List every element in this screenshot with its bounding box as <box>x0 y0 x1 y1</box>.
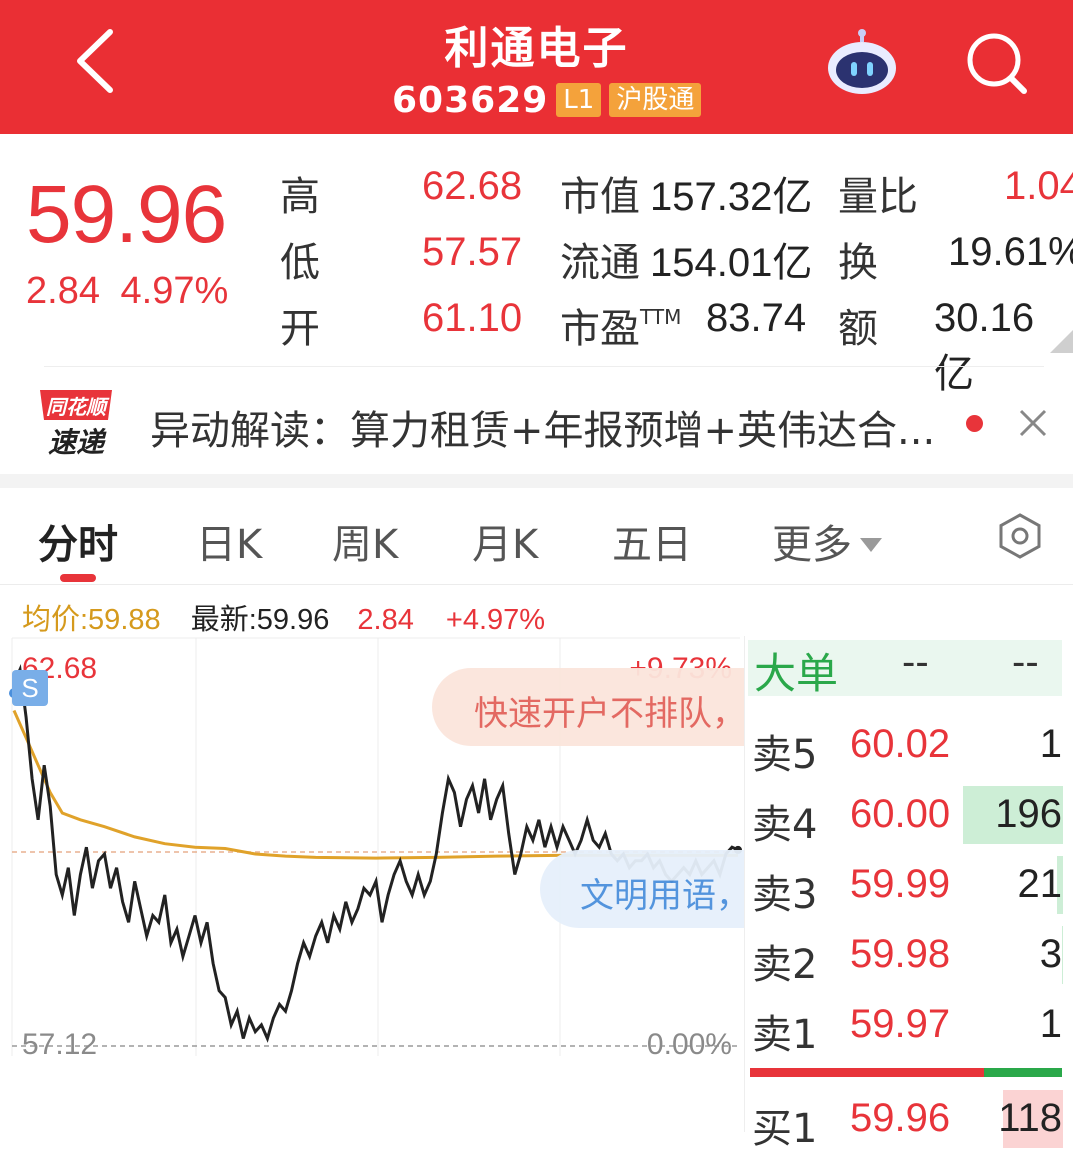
big-order-label: 大单 <box>754 649 839 698</box>
tab-intraday[interactable]: 分时 <box>38 512 118 570</box>
divider <box>44 366 1044 367</box>
close-icon <box>1019 409 1047 437</box>
low-value: 57.57 <box>422 230 523 274</box>
mktcap-label: 市值 <box>560 174 640 220</box>
market-badge: 沪股通 <box>609 83 702 117</box>
tonghuashun-logo-icon: 同花顺 速递 <box>40 390 112 459</box>
buy-sell-ratio-bar <box>750 1068 1062 1077</box>
stock-code: 603629 <box>392 79 549 121</box>
turnover-value: 19.61% <box>948 230 1073 274</box>
y-bottom-label: 57.12 <box>22 1028 97 1056</box>
high-value: 62.68 <box>422 164 523 208</box>
sell-level-label: 卖4 <box>752 802 818 848</box>
order-book-divider <box>744 636 745 1132</box>
vol-ratio-value: 1.04 <box>1004 164 1073 208</box>
sell-volume-bar <box>1062 926 1063 984</box>
sell-level-label: 卖2 <box>752 942 818 988</box>
divider <box>0 584 1073 585</box>
tab-monthly-k[interactable]: 月K <box>472 512 538 570</box>
buy-level-volume: 118 <box>998 1096 1062 1140</box>
pe-label: 市盈TTM <box>560 296 681 354</box>
active-tab-indicator <box>60 574 96 582</box>
avg-price: 均价:59.88 <box>22 604 161 636</box>
sell-level-label: 卖1 <box>752 1012 818 1058</box>
signal-s-badge-icon[interactable]: S <box>12 670 48 706</box>
current-price: 59.96 <box>26 169 227 260</box>
change-amount: 2.84 <box>26 270 100 312</box>
logo-bottom-text: 速递 <box>48 426 107 459</box>
sell-level-label: 卖3 <box>752 872 818 918</box>
unread-dot-icon <box>966 415 983 432</box>
sell-ratio-fill <box>984 1068 1062 1077</box>
section-gap <box>0 474 1073 488</box>
search-button[interactable] <box>962 30 1032 96</box>
tab-daily-k[interactable]: 日K <box>196 512 262 570</box>
buy-level-label: 买1 <box>752 1106 818 1152</box>
turnover-label: 换 <box>838 240 878 286</box>
tab-more-label: 更多 <box>772 522 852 568</box>
sell-level-volume: 3 <box>1039 932 1062 976</box>
buy-ratio-fill <box>750 1068 984 1077</box>
amount-label: 额 <box>838 306 878 352</box>
pe-value: 83.74 <box>706 296 807 340</box>
robot-icon <box>828 29 896 94</box>
vol-ratio-label: 量比 <box>838 174 918 220</box>
high-label: 高 <box>280 174 320 220</box>
tab-five-day[interactable]: 五日 <box>612 512 692 570</box>
sell-level-volume: 1 <box>1039 1002 1062 1046</box>
stock-code-row: 603629 L1 沪股通 <box>392 78 702 122</box>
level-badge: L1 <box>556 83 602 117</box>
info-change-pct: +4.97% <box>445 604 546 636</box>
chart-settings-button[interactable] <box>996 512 1044 560</box>
news-logo: 同花顺 速递 <box>36 386 116 460</box>
close-news-button[interactable] <box>1013 403 1053 443</box>
caret-down-icon <box>860 538 882 552</box>
sell-level-volume: 21 <box>1017 862 1063 906</box>
sell-level-volume: 196 <box>995 792 1062 836</box>
latest-price: 最新:59.96 <box>190 604 330 636</box>
info-change: 2.84 <box>357 604 414 636</box>
chart-info-row: 均价:59.88 最新:59.96 2.84 +4.97% <box>22 596 545 638</box>
stock-name: 利通电子 <box>444 23 629 74</box>
tab-weekly-k[interactable]: 周K <box>332 512 398 570</box>
open-value: 61.10 <box>422 296 523 340</box>
mktcap-value: 157.32亿 <box>650 175 813 219</box>
pe-ttm-sup: TTM <box>640 305 682 329</box>
comment-bubble[interactable]: 文明用语， <box>540 850 744 928</box>
big-order-value-1: -- <box>902 640 929 684</box>
open-label: 开 <box>280 306 320 352</box>
sell-level-volume: 1 <box>1039 722 1062 766</box>
pe-label-text: 市盈 <box>560 306 640 352</box>
settings-hexagon-icon <box>999 513 1041 559</box>
assistant-robot-button[interactable] <box>822 28 902 98</box>
expand-corner-icon[interactable] <box>1050 330 1073 353</box>
news-headline[interactable]: 异动解读：算力租赁+年报预增+英伟达合... <box>150 398 950 456</box>
change-percent: 4.97% <box>120 270 229 312</box>
logo-top-text: 同花顺 <box>46 395 110 419</box>
tab-more[interactable]: 更多 <box>772 512 882 570</box>
float-value: 154.01亿 <box>650 241 813 285</box>
float-label: 流通 <box>560 240 640 286</box>
top-bar: 利通电子 603629 L1 沪股通 <box>0 0 1073 134</box>
price-change: 2.84 4.97% <box>26 270 228 313</box>
promo-bubble[interactable]: 快速开户不排队， <box>432 668 744 746</box>
pct-bottom-label: 0.00% <box>647 1028 732 1056</box>
search-icon <box>967 33 1027 94</box>
low-label: 低 <box>280 240 320 286</box>
big-order-value-2: -- <box>1012 640 1039 684</box>
sell-level-label: 卖5 <box>752 732 818 778</box>
